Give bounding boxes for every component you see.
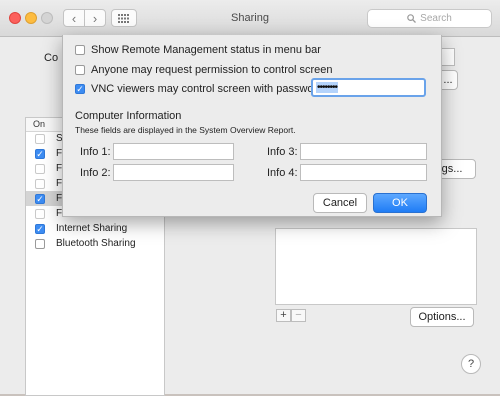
show-status-option[interactable]: Show Remote Management status in menu ba…	[75, 44, 321, 56]
service-label: Internet Sharing	[56, 223, 128, 234]
show-status-checkbox[interactable]	[75, 45, 85, 55]
service-row-internet-sharing[interactable]: ✓ Internet Sharing	[26, 221, 164, 236]
service-row-bluetooth-sharing[interactable]: Bluetooth Sharing	[26, 236, 164, 251]
service-checkbox[interactable]	[35, 239, 45, 249]
search-placeholder: Search	[420, 13, 452, 24]
info3-field[interactable]	[300, 143, 427, 160]
remove-user-button[interactable]: −	[291, 309, 306, 322]
minus-icon: −	[295, 309, 302, 321]
add-user-button[interactable]: +	[276, 309, 291, 322]
service-checkbox[interactable]	[35, 164, 45, 174]
search-input[interactable]: Search	[367, 9, 492, 28]
info4-field[interactable]	[300, 164, 427, 181]
computer-info-description: These fields are displayed in the System…	[75, 125, 296, 135]
vnc-password-field[interactable]: ••••••••	[311, 78, 426, 97]
remote-management-sheet: Show Remote Management status in menu ba…	[62, 35, 442, 217]
service-checkbox[interactable]	[35, 134, 45, 144]
cancel-button[interactable]: Cancel	[313, 193, 367, 213]
request-permission-option[interactable]: Anyone may request permission to control…	[75, 64, 333, 76]
service-checkbox[interactable]: ✓	[35, 224, 45, 234]
service-checkbox[interactable]: ✓	[35, 149, 45, 159]
service-label: Bluetooth Sharing	[56, 238, 136, 249]
vnc-checkbox[interactable]: ✓	[75, 84, 85, 94]
options-button[interactable]: Options...	[410, 307, 474, 327]
plus-icon: +	[280, 309, 287, 321]
on-column-header: On	[33, 119, 46, 129]
help-button[interactable]: ?	[461, 354, 481, 374]
title-bar: ‹ › Sharing Search	[0, 0, 500, 37]
request-permission-checkbox[interactable]	[75, 65, 85, 75]
service-checkbox[interactable]: ✓	[35, 194, 45, 204]
search-icon	[407, 14, 417, 23]
computer-name-label: Co	[44, 52, 59, 64]
info2-field[interactable]	[113, 164, 234, 181]
info1-field[interactable]	[113, 143, 234, 160]
vnc-password-option[interactable]: ✓ VNC viewers may control screen with pa…	[75, 83, 326, 95]
ok-button[interactable]: OK	[373, 193, 427, 213]
question-mark-icon: ?	[467, 358, 475, 370]
users-list-box[interactable]	[275, 228, 477, 305]
service-checkbox[interactable]	[35, 179, 45, 189]
computer-info-title: Computer Information	[75, 110, 182, 122]
info4-label: Info 4:	[267, 167, 298, 179]
info1-label: Info 1:	[80, 146, 111, 158]
info3-label: Info 3:	[267, 146, 298, 158]
info2-label: Info 2:	[80, 167, 111, 179]
sharing-window: ‹ › Sharing Search Co ... On S ✓ F F F ✓…	[0, 0, 500, 396]
service-checkbox[interactable]	[35, 209, 45, 219]
